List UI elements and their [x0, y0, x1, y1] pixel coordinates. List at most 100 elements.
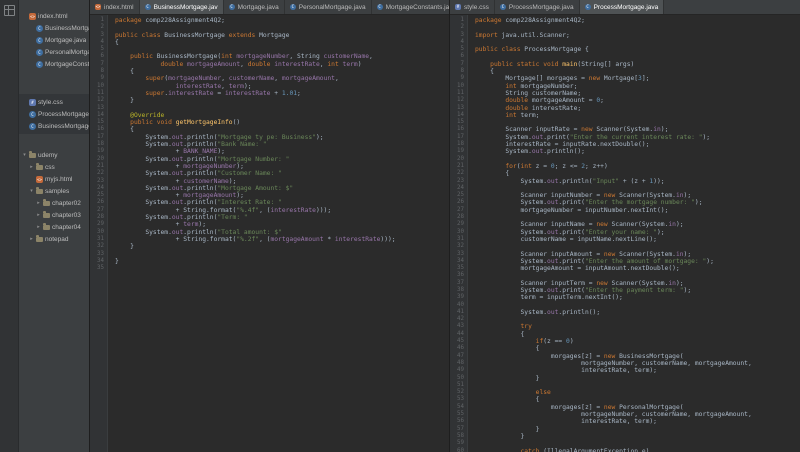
line-number[interactable]: 32 [90, 243, 107, 250]
code-line-7[interactable]: 7 double mortgageAmount, double interest… [90, 61, 449, 68]
line-number[interactable]: 49 [450, 367, 467, 374]
code-line-32[interactable]: 32 } [90, 243, 449, 250]
line-number[interactable]: 58 [450, 433, 467, 440]
line-number[interactable]: 7 [450, 61, 467, 68]
line-number[interactable]: 18 [450, 141, 467, 148]
code-line-47[interactable]: 47 morgages[z] = new BusinessMortgage( [450, 353, 800, 360]
code-line-53[interactable]: 53 { [450, 396, 800, 403]
line-number[interactable]: 19 [450, 148, 467, 155]
line-number[interactable]: 11 [450, 90, 467, 97]
line-number[interactable]: 22 [450, 170, 467, 177]
line-number[interactable]: 10 [90, 83, 107, 90]
line-number[interactable]: 27 [90, 207, 107, 214]
tree-folder-samples[interactable]: ▾ samples [19, 185, 89, 197]
tree-folder-notepad[interactable]: ▸ notepad [19, 233, 89, 245]
line-number[interactable]: 5 [450, 46, 467, 53]
code-line-15[interactable]: 15 [450, 119, 800, 126]
line-number[interactable]: 4 [90, 39, 107, 46]
chevron-right-icon[interactable]: ▸ [29, 164, 34, 170]
code-line-35[interactable]: 35 [90, 265, 449, 272]
line-number[interactable]: 1 [90, 17, 107, 24]
line-number[interactable]: 25 [450, 192, 467, 199]
code-line-39[interactable]: 39 term = inputTerm.nextInt(); [450, 294, 800, 301]
line-number[interactable]: 59 [450, 440, 467, 447]
code-line-25[interactable]: 25 Scanner inputNumber = new Scanner(Sys… [450, 192, 800, 199]
line-number[interactable]: 46 [450, 345, 467, 352]
line-number[interactable]: 14 [450, 112, 467, 119]
tree-file-mortgageconstants-java[interactable]: CMortgageConstants.java [19, 58, 89, 70]
chevron-down-icon[interactable]: ▾ [22, 152, 27, 158]
code-line-57[interactable]: 57 } [450, 426, 800, 433]
line-number[interactable]: 12 [90, 97, 107, 104]
code-line-4[interactable]: 4{ [90, 39, 449, 46]
left-editor-code-area[interactable]: 1 package comp228Assignment4Q2; 2 3 public c… [90, 15, 449, 452]
line-number[interactable]: 12 [450, 97, 467, 104]
line-number[interactable]: 38 [450, 287, 467, 294]
code-line-24[interactable]: 24 System.out.println("Mortgage Amount: … [90, 185, 449, 192]
line-number[interactable]: 26 [450, 199, 467, 206]
tree-file-personalmortgage-java[interactable]: CPersonalMortgage.java [19, 46, 89, 58]
tab-businessmortgage-jav[interactable]: C BusinessMortgage.jav [139, 0, 224, 14]
line-number[interactable]: 9 [90, 75, 107, 82]
line-number[interactable]: 39 [450, 294, 467, 301]
line-number[interactable]: 7 [90, 61, 107, 68]
line-number[interactable]: 14 [90, 112, 107, 119]
code-line-28[interactable]: 28 System.out.println("Term: " [90, 214, 449, 221]
code-line-9[interactable]: 9 super(mortgageNumber, customerName, mo… [90, 75, 449, 82]
line-number[interactable]: 29 [90, 221, 107, 228]
line-number[interactable]: 33 [90, 251, 107, 258]
line-number[interactable]: 34 [90, 258, 107, 265]
code-line-30[interactable]: 30 System.out.println("Total amount: $" [90, 229, 449, 236]
code-line-52[interactable]: 52 else [450, 389, 800, 396]
line-number[interactable]: 53 [450, 396, 467, 403]
tree-file-businessmortgage-java[interactable]: CBusinessMortgage.java [19, 22, 89, 34]
tab-mortgageconstants-java[interactable]: CMortgageConstants.java [372, 0, 449, 14]
code-line-48[interactable]: 48 mortgageNumber, customerName, mortgag… [450, 360, 800, 367]
code-line-55[interactable]: 55 mortgageNumber, customerName, mortgag… [450, 411, 800, 418]
code-line-21[interactable]: 21 + mortgageNumber); [90, 163, 449, 170]
code-line-31[interactable]: 31 + String.format("%.2f", (mortgageAmou… [90, 236, 449, 243]
code-line-60[interactable]: 60 catch (IllegalArgumentException e) [450, 448, 800, 452]
tree-file-mortgage-java[interactable]: C Mortgage.java [19, 34, 89, 46]
line-number[interactable]: 6 [450, 53, 467, 60]
line-number[interactable]: 6 [90, 53, 107, 60]
chevron-down-icon[interactable]: ▾ [29, 188, 34, 194]
code-line-16[interactable]: 16 Scanner inputRate = new Scanner(Syste… [450, 126, 800, 133]
code-line-19[interactable]: 19 System.out.println(); [450, 148, 800, 155]
line-number[interactable]: 20 [450, 156, 467, 163]
line-number[interactable]: 13 [90, 105, 107, 112]
chevron-right-icon[interactable]: ▸ [36, 212, 41, 218]
line-number[interactable]: 60 [450, 448, 467, 452]
line-number[interactable]: 8 [450, 68, 467, 75]
line-number[interactable]: 52 [450, 389, 467, 396]
code-line-42[interactable]: 42 [450, 316, 800, 323]
code-line-2[interactable]: 2 [90, 24, 449, 31]
tab-style-css[interactable]: # style.css [450, 0, 495, 14]
line-number[interactable]: 19 [90, 148, 107, 155]
code-line-44[interactable]: 44 { [450, 331, 800, 338]
project-tool-window-icon[interactable] [3, 5, 15, 16]
code-line-40[interactable]: 40 [450, 302, 800, 309]
code-line-26[interactable]: 26 System.out.println("Interest Rate: " [90, 199, 449, 206]
line-number[interactable]: 16 [90, 126, 107, 133]
code-line-11[interactable]: 11 String customerName; [450, 90, 800, 97]
tree-folder-chapter04[interactable]: ▸ chapter04 [19, 221, 89, 233]
tree-file-style-css[interactable]: # style.css [19, 96, 89, 108]
line-number[interactable]: 16 [450, 126, 467, 133]
code-line-37[interactable]: 37 Scanner inputTerm = new Scanner(Syste… [450, 280, 800, 287]
code-line-30[interactable]: 30 System.out.print("Enter your name: ")… [450, 229, 800, 236]
code-line-46[interactable]: 46 { [450, 345, 800, 352]
code-line-14[interactable]: 14 @Override [90, 112, 449, 119]
line-number[interactable]: 31 [90, 236, 107, 243]
line-number[interactable]: 27 [450, 207, 467, 214]
code-line-29[interactable]: 29 + term); [90, 221, 449, 228]
code-line-18[interactable]: 18 System.out.println("Bank Name: " [90, 141, 449, 148]
line-number[interactable]: 37 [450, 280, 467, 287]
tree-file-index-html[interactable]: <> index.html [19, 10, 89, 22]
code-line-29[interactable]: 29 Scanner inputName = new Scanner(Syste… [450, 221, 800, 228]
line-number[interactable]: 21 [90, 163, 107, 170]
line-number[interactable]: 41 [450, 309, 467, 316]
line-number[interactable]: 22 [90, 170, 107, 177]
code-line-16[interactable]: 16 { [90, 126, 449, 133]
code-line-59[interactable]: 59 [450, 440, 800, 447]
